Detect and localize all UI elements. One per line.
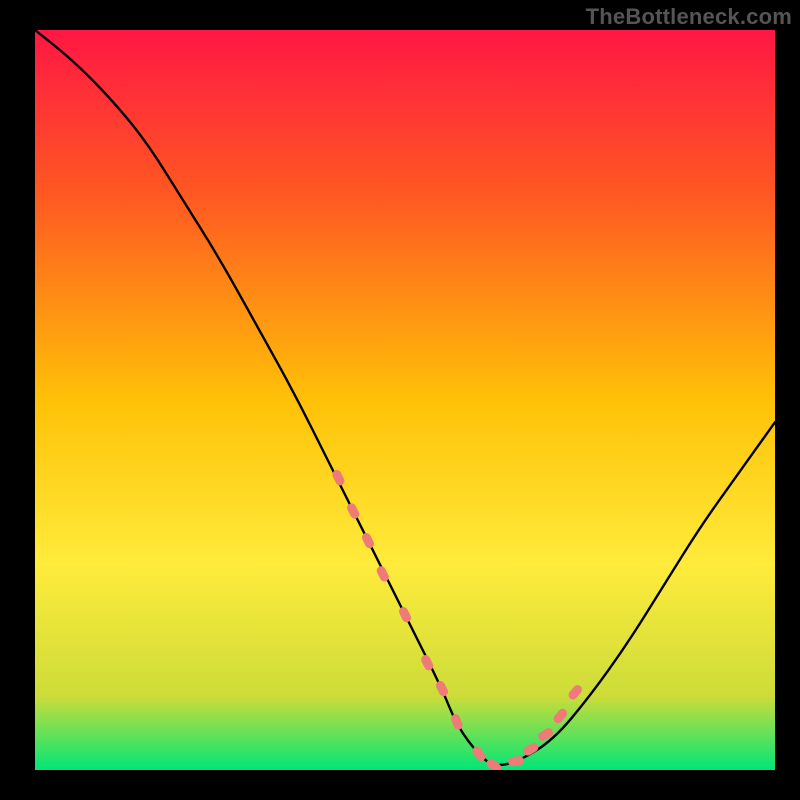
watermark-label: TheBottleneck.com	[586, 4, 792, 30]
chart-svg	[35, 30, 775, 770]
bottleneck-chart	[35, 30, 775, 770]
